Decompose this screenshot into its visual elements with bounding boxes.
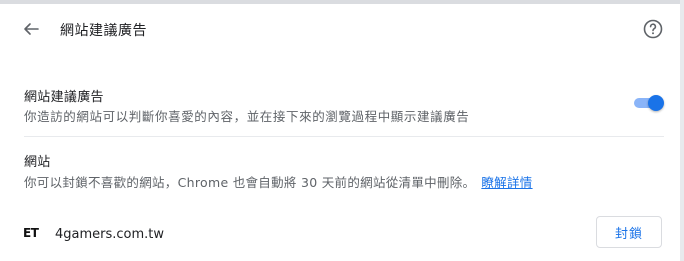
section-divider <box>24 136 664 137</box>
site-favicon-icon: ET <box>23 226 39 240</box>
site-name: 4gamers.com.tw <box>55 227 165 242</box>
help-icon <box>643 19 663 39</box>
sites-section-title: 網站 <box>24 155 51 170</box>
site-suggested-ads-description: 你造訪的網站可以判斷你喜愛的內容，並在接下來的瀏覽過程中顯示建議廣告 <box>24 109 470 124</box>
sites-section-description: 你可以封鎖不喜歡的網站，Chrome 也會自動將 30 天前的網站從清單中刪除。… <box>24 172 533 191</box>
site-list-item: ET 4gamers.com.tw 封鎖 <box>0 214 680 254</box>
site-suggested-ads-toggle[interactable] <box>632 95 664 111</box>
help-button[interactable] <box>641 17 665 41</box>
site-suggested-ads-label: 網站建議廣告 <box>24 90 104 105</box>
arrow-back-icon <box>24 23 39 35</box>
block-site-button[interactable]: 封鎖 <box>596 216 662 248</box>
sites-description-text: 你可以封鎖不喜歡的網站，Chrome 也會自動將 30 天前的網站從清單中刪除。 <box>24 175 476 190</box>
page-header: 網站建議廣告 <box>0 4 680 54</box>
toggle-knob <box>648 95 664 111</box>
page-title: 網站建議廣告 <box>60 23 147 39</box>
window-right-border <box>680 0 684 261</box>
back-button[interactable] <box>18 16 44 42</box>
learn-more-link[interactable]: 瞭解詳情 <box>481 175 532 190</box>
